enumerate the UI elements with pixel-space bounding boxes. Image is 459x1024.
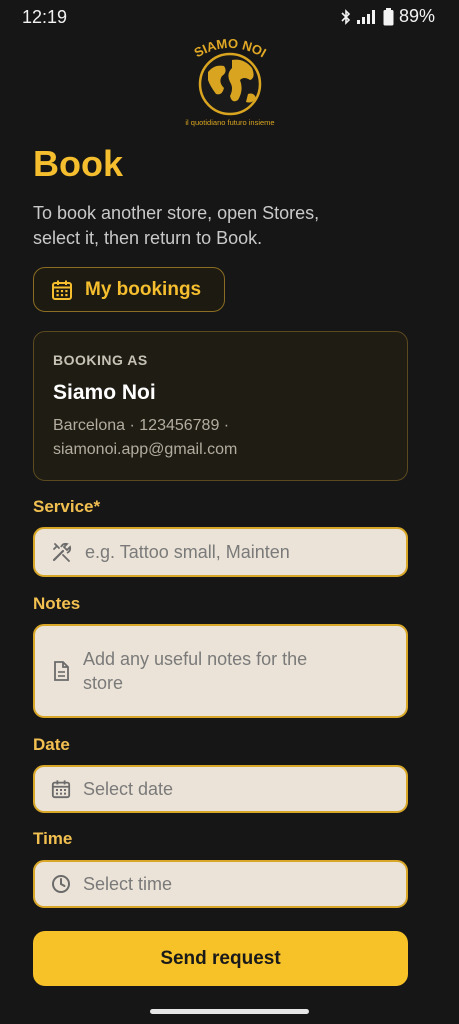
- time-placeholder: Select time: [83, 873, 173, 894]
- battery-icon: [383, 7, 394, 25]
- time-label: Time: [33, 829, 73, 848]
- page-title: Book: [33, 143, 123, 184]
- store-email: siamonoi.app@gmail.com: [53, 441, 238, 458]
- notes-placeholder: Add any useful notes for the store: [83, 649, 308, 693]
- clock-icon: [52, 875, 70, 893]
- page-subtitle: To book another store, open Stores, sele…: [33, 203, 320, 248]
- brand-logo: SIAMO NOI: [178, 34, 282, 130]
- notes-textarea[interactable]: Add any useful notes for the store: [33, 624, 408, 718]
- battery-level: 89%: [398, 6, 435, 26]
- service-input[interactable]: e.g. Tattoo small, Mainten: [33, 527, 408, 577]
- signal-icon: [356, 9, 375, 24]
- home-indicator[interactable]: [150, 1009, 309, 1014]
- bluetooth-icon: [341, 8, 351, 25]
- store-details: Barcelona · 123456789 ·: [53, 417, 230, 434]
- status-icons: 89%: [341, 6, 435, 27]
- booking-as-card: BOOKING AS Siamo Noi Barcelona · 1234567…: [33, 331, 408, 481]
- status-bar: 12:19 89%: [0, 0, 459, 34]
- service-label: Service*: [33, 497, 101, 516]
- card-heading: BOOKING AS: [53, 352, 148, 368]
- document-icon: [54, 661, 69, 681]
- calendar-icon: [52, 280, 72, 300]
- my-bookings-button[interactable]: My bookings: [33, 267, 225, 312]
- time-picker[interactable]: Select time: [33, 860, 408, 908]
- date-picker[interactable]: Select date: [33, 765, 408, 813]
- my-bookings-label: My bookings: [85, 278, 202, 300]
- notes-label: Notes: [33, 594, 81, 613]
- service-placeholder: e.g. Tattoo small, Mainten: [85, 541, 290, 562]
- calendar-icon: [51, 780, 71, 799]
- date-label: Date: [33, 735, 70, 754]
- logo-tagline: il quotidiano futuro insieme: [185, 118, 275, 127]
- store-name: Siamo Noi: [53, 381, 156, 404]
- date-placeholder: Select date: [83, 778, 174, 799]
- status-time: 12:19: [22, 7, 68, 27]
- tools-icon: [52, 542, 72, 562]
- send-request-button[interactable]: Send request: [33, 931, 408, 986]
